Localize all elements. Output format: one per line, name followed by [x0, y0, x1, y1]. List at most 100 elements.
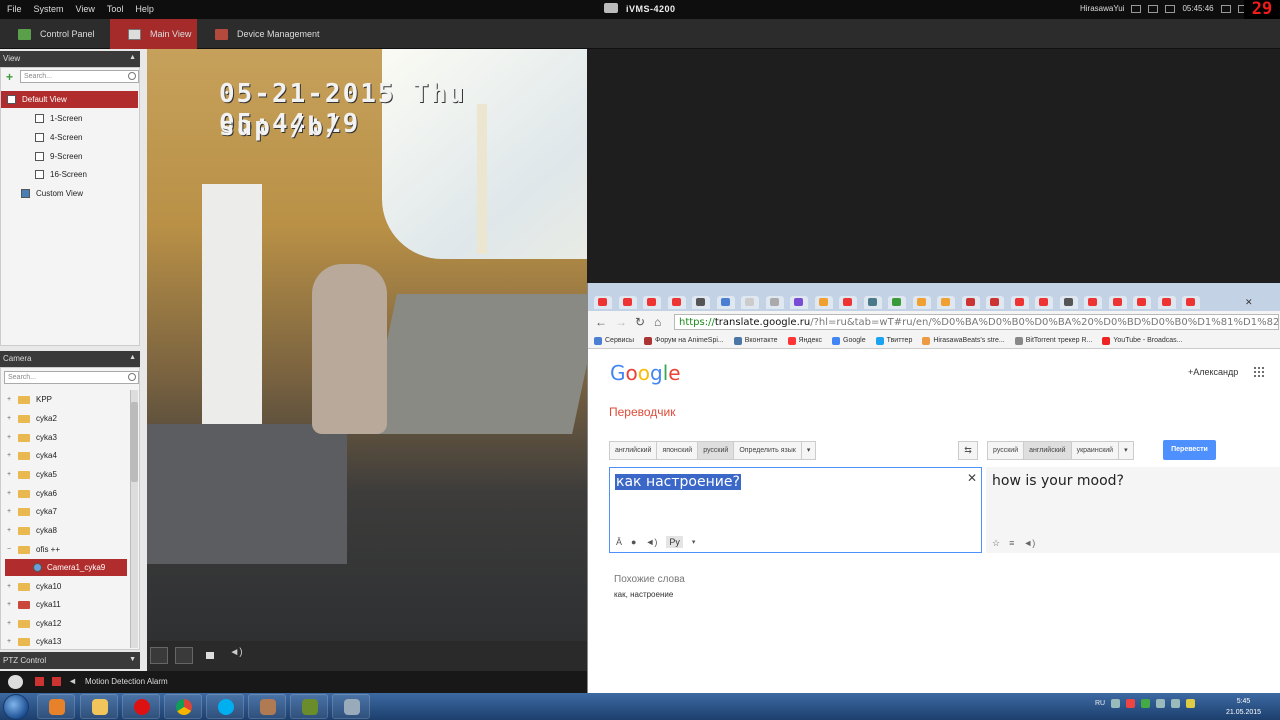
tray-icon[interactable] — [1126, 699, 1136, 708]
browser-tab[interactable] — [1035, 296, 1053, 309]
lang-button[interactable]: английский — [610, 442, 658, 459]
input-tool-badge[interactable]: Ру — [666, 536, 683, 548]
browser-tab[interactable] — [618, 296, 637, 309]
star-icon[interactable]: ☆ — [992, 538, 1000, 549]
account-link[interactable]: +Александр — [1188, 367, 1238, 377]
home-icon[interactable]: ⌂ — [654, 315, 661, 329]
browser-tab[interactable] — [839, 296, 857, 309]
browser-tab[interactable] — [1010, 296, 1029, 309]
sound-icon[interactable]: ◄ — [68, 676, 77, 686]
bookmark-item[interactable]: Форум на AnimeSpi... — [644, 336, 724, 345]
volume-icon[interactable]: ◄) — [227, 647, 245, 664]
camera-scrollbar[interactable] — [130, 390, 138, 648]
collapse-icon[interactable]: ▲ — [129, 354, 136, 361]
view-item-1-screen[interactable]: 1-Screen — [1, 110, 138, 127]
taskbar-explorer[interactable] — [80, 694, 118, 719]
network-icon[interactable] — [1156, 699, 1166, 708]
camera-group[interactable]: + cyka8 — [1, 522, 138, 539]
taskbar-skype[interactable] — [206, 694, 244, 719]
camera-group[interactable]: + cyka7 — [1, 503, 138, 520]
camera-group[interactable]: + cyka13 — [1, 633, 138, 650]
lang-button[interactable]: украинский — [1072, 442, 1120, 459]
view-item-9-screen[interactable]: 9-Screen — [1, 148, 138, 165]
swap-languages-icon[interactable]: ⇆ — [958, 441, 978, 460]
browser-tab[interactable] — [888, 296, 906, 309]
camera-video[interactable]: 05-21-2015 Thu 05:44:19 sup /b/ — [147, 49, 587, 641]
browser-tab[interactable] — [1108, 296, 1127, 309]
search-icon[interactable] — [128, 373, 136, 381]
list-icon[interactable]: ≡ — [1009, 538, 1014, 549]
google-logo[interactable]: Google — [610, 361, 681, 385]
camera-group[interactable]: + cyka10 — [1, 578, 138, 595]
view-panel-header[interactable]: View ▲ — [0, 51, 140, 67]
layout-button[interactable] — [150, 647, 168, 664]
speaker-icon[interactable]: ◄) — [645, 537, 657, 547]
lang-button-selected[interactable]: русский — [698, 442, 735, 459]
speaker-icon[interactable]: ◄) — [1023, 538, 1035, 549]
close-tab-icon[interactable]: ✕ — [1245, 297, 1253, 308]
bookmark-item[interactable]: BitTorrent трекер R... — [1014, 336, 1092, 345]
menu-file[interactable]: File — [7, 4, 22, 14]
expand-icon[interactable]: ▼ — [129, 656, 136, 663]
stop-button[interactable] — [201, 647, 219, 664]
apps-grid-icon[interactable] — [1253, 366, 1264, 377]
browser-tab[interactable] — [1182, 296, 1200, 309]
tab-control-panel[interactable]: Control Panel — [0, 19, 110, 49]
microphone-icon[interactable]: ● — [631, 537, 636, 547]
browser-tab[interactable] — [741, 296, 759, 309]
start-button[interactable] — [3, 694, 29, 720]
scroll-thumb[interactable] — [131, 402, 138, 482]
view-item-default[interactable]: Default View — [1, 91, 138, 108]
source-text-input[interactable]: как настроение? ✕ Ā ● ◄) Ру ▾ — [609, 467, 982, 553]
alarm-output-icon[interactable] — [52, 677, 61, 686]
menu-tool[interactable]: Tool — [107, 4, 124, 14]
bookmark-item[interactable]: Сервисы — [594, 336, 634, 345]
chevron-down-icon[interactable]: ▾ — [1119, 442, 1133, 459]
camera-group[interactable]: + cyka5 — [1, 466, 138, 483]
view-item-4-screen[interactable]: 4-Screen — [1, 129, 138, 146]
camera-item-camera1[interactable]: Camera1_cyka9 — [5, 559, 127, 576]
detect-language-button[interactable]: Определить язык — [734, 442, 802, 459]
browser-tab[interactable] — [1059, 296, 1078, 309]
tab-main-view[interactable]: Main View — [110, 19, 197, 49]
reload-icon[interactable]: ↻ — [635, 315, 645, 329]
window-icon[interactable] — [1148, 4, 1159, 13]
browser-tab[interactable] — [986, 296, 1004, 309]
ptz-panel-header[interactable]: PTZ Control ▼ — [0, 652, 140, 669]
camera-group[interactable]: + cyka12 — [1, 615, 138, 632]
bookmark-item[interactable]: Вконтакте — [733, 336, 778, 345]
camera-group[interactable]: + cyka3 — [1, 429, 138, 446]
lang-button[interactable]: русский — [988, 442, 1025, 459]
browser-tab[interactable] — [667, 296, 686, 309]
tray-icon[interactable] — [1141, 699, 1151, 708]
browser-tab[interactable] — [765, 296, 784, 309]
camera-group[interactable]: + cyka2 — [1, 410, 138, 427]
taskbar-clock[interactable]: 5:45 21.05.2015 — [1226, 696, 1261, 718]
browser-tab[interactable] — [937, 296, 955, 309]
browser-tab[interactable] — [1157, 296, 1176, 309]
browser-tab[interactable] — [1133, 296, 1151, 309]
forward-icon[interactable]: → — [615, 315, 627, 329]
translate-button[interactable]: Перевести — [1163, 440, 1216, 460]
menu-help[interactable]: Help — [135, 4, 154, 14]
bookmark-item[interactable]: Яндекс — [787, 336, 822, 345]
taskbar-app[interactable] — [332, 694, 370, 719]
language-indicator[interactable]: RU — [1095, 700, 1105, 707]
address-bar[interactable]: https://translate.google.ru/?hl=ru&tab=w… — [674, 314, 1279, 330]
camera-group[interactable]: + cyka11 — [1, 596, 138, 613]
browser-tab[interactable] — [961, 296, 980, 309]
view-search-input[interactable]: Search... — [20, 70, 139, 83]
bookmark-item[interactable]: Твиттер — [875, 336, 912, 345]
tray-icon[interactable] — [1186, 699, 1196, 708]
camera-group-ofis[interactable]: − ofis ++ — [1, 541, 138, 558]
bookmark-item[interactable]: YouTube - Broadcas... — [1102, 336, 1183, 345]
lang-button-selected[interactable]: английский — [1024, 442, 1072, 459]
minimize-icon[interactable] — [1220, 4, 1231, 13]
add-icon[interactable]: + — [6, 70, 13, 84]
camera-group[interactable]: + cyka4 — [1, 447, 138, 464]
tab-device-management[interactable]: Device Management — [197, 19, 337, 49]
view-item-custom[interactable]: Custom View — [1, 185, 138, 202]
chevron-down-icon[interactable]: ▾ — [802, 442, 816, 459]
browser-tab[interactable] — [790, 296, 808, 309]
camera-group-kpp[interactable]: + KPP — [1, 391, 138, 408]
